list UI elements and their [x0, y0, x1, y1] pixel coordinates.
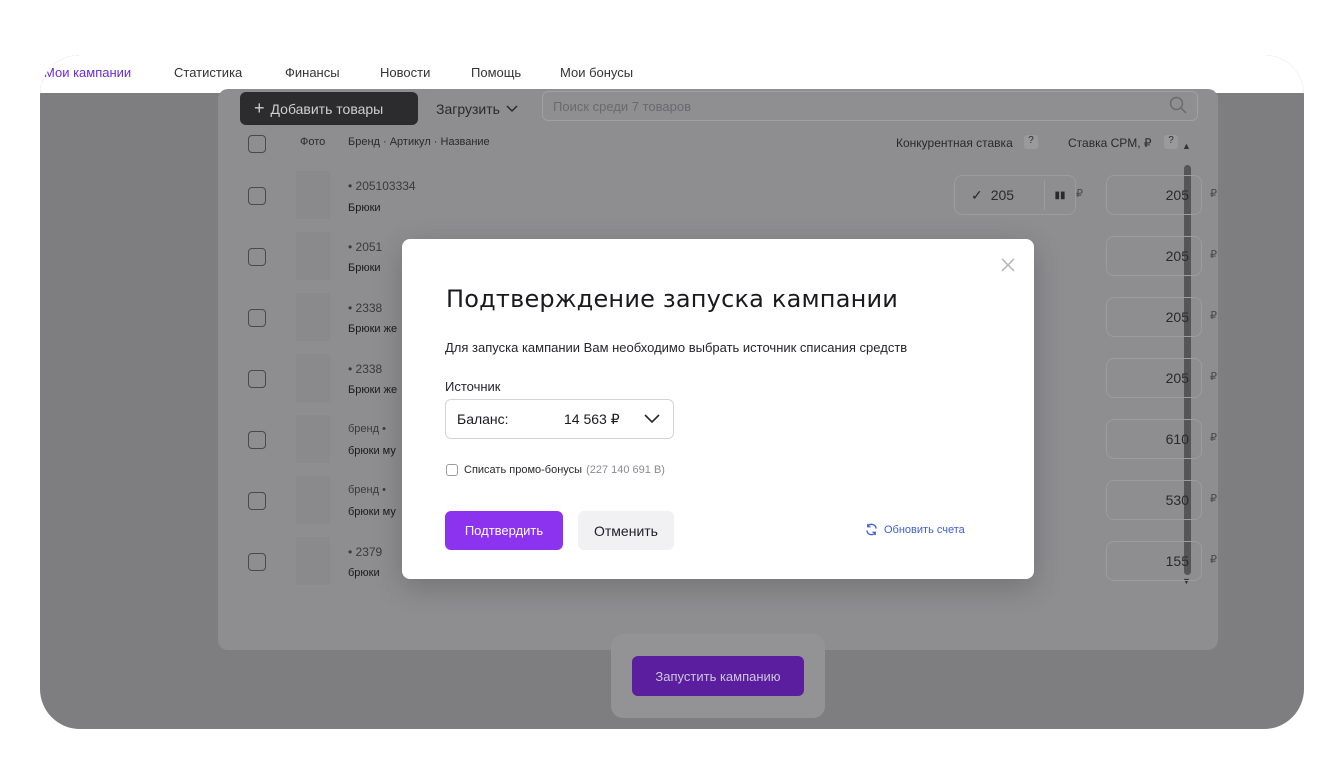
row-checkbox[interactable]: [248, 431, 266, 449]
product-name: брюки му: [348, 445, 396, 457]
row-checkbox[interactable]: [248, 309, 266, 327]
row-checkbox[interactable]: [248, 492, 266, 510]
source-option: Баланс:: [457, 411, 509, 427]
nav-news[interactable]: Новости: [380, 65, 430, 80]
cpm-bid-input[interactable]: 205: [1106, 236, 1202, 276]
product-name: Брюки: [348, 202, 381, 214]
product-photo: [296, 232, 330, 280]
top-nav: Мои кампании Статистика Финансы Новости …: [40, 55, 1304, 93]
chevron-down-icon: [506, 104, 518, 112]
cpm-bid-input[interactable]: 610: [1106, 419, 1202, 459]
product-photo: [296, 537, 330, 585]
refresh-icon: [866, 523, 877, 536]
row-checkbox[interactable]: [248, 248, 266, 266]
header-name: Бренд · Артикул · Название: [348, 136, 490, 148]
promo-label: Списать промо-бонусы: [464, 464, 583, 476]
confirm-launch-modal: Подтверждение запуска кампании Для запус…: [402, 239, 1034, 579]
product-sku: • 2379: [348, 545, 383, 559]
nav-my-campaigns[interactable]: Мои кампании: [44, 65, 131, 80]
source-select[interactable]: Баланс: 14 563 ₽: [445, 399, 674, 439]
promo-value: (227 140 691 B): [586, 464, 665, 476]
upload-button[interactable]: Загрузить: [425, 92, 529, 125]
product-sku: • 2051: [348, 240, 383, 254]
currency: ₽: [1210, 554, 1217, 566]
product-photo: [296, 354, 330, 402]
currency: ₽: [1210, 493, 1217, 505]
launch-campaign-button[interactable]: Запустить кампанию: [632, 656, 804, 696]
product-photo: [296, 171, 330, 219]
row-checkbox[interactable]: [248, 553, 266, 571]
nav-statistics[interactable]: Статистика: [174, 65, 242, 80]
currency: ₽: [1210, 432, 1217, 444]
scroll-up-icon[interactable]: ▲: [1182, 141, 1191, 151]
cpm-bid-input[interactable]: 530: [1106, 480, 1202, 520]
product-photo: [296, 476, 330, 524]
refresh-accounts-link[interactable]: Обновить счета: [865, 523, 965, 536]
product-photo: [296, 415, 330, 463]
header-cpm: Ставка CPM, ₽: [1068, 136, 1152, 150]
currency: ₽: [1210, 249, 1217, 261]
currency: ₽: [1210, 371, 1217, 383]
modal-title: Подтверждение запуска кампании: [446, 285, 899, 313]
help-icon[interactable]: ?: [1024, 135, 1038, 149]
product-name: Брюки же: [348, 384, 398, 396]
product-sku: • 205103334: [348, 179, 416, 193]
cpm-bid-input[interactable]: 205: [1106, 297, 1202, 337]
table-row: • 205103334 Брюки ✓ 205 ▮▮ ₽ 205 ₽: [248, 169, 1217, 229]
product-name: брюки му: [348, 506, 396, 518]
balance-value: 14 563 ₽: [564, 410, 620, 427]
product-name: Брюки: [348, 262, 381, 274]
nav-bonuses[interactable]: Мои бонусы: [560, 65, 633, 80]
nav-help[interactable]: Помощь: [471, 65, 521, 80]
promo-checkbox[interactable]: [446, 464, 458, 476]
check-icon: ✓: [971, 186, 983, 203]
chevron-down-icon: [644, 414, 660, 424]
cpm-bid-input[interactable]: 205: [1106, 175, 1202, 215]
confirm-button[interactable]: Подтвердить: [445, 511, 563, 550]
modal-description: Для запуска кампании Вам необходимо выбр…: [445, 340, 908, 355]
row-checkbox[interactable]: [248, 187, 266, 205]
currency: ₽: [1210, 188, 1217, 200]
cpm-bid-input[interactable]: 205: [1106, 358, 1202, 398]
row-checkbox[interactable]: [248, 370, 266, 388]
product-sku: бренд •: [348, 484, 386, 496]
launch-footer: Запустить кампанию: [611, 634, 825, 718]
select-all-checkbox[interactable]: [248, 135, 266, 153]
header-photo: Фото: [300, 136, 326, 148]
help-icon[interactable]: ?: [1164, 135, 1178, 149]
search-icon[interactable]: [1169, 96, 1187, 114]
source-label: Источник: [445, 379, 501, 394]
product-name: брюки: [348, 567, 380, 579]
product-sku: • 2338: [348, 362, 383, 376]
product-sku: • 2338: [348, 301, 383, 315]
product-photo: [296, 293, 330, 341]
competitive-bid-box[interactable]: ✓ 205 ▮▮: [954, 175, 1076, 215]
cancel-button[interactable]: Отменить: [578, 511, 674, 550]
competitive-bid-value: 205: [990, 187, 1015, 203]
promo-bonus-option[interactable]: Списать промо-бонусы (227 140 691 B): [446, 464, 665, 476]
product-name: Брюки же: [348, 323, 398, 335]
cpm-bid-input[interactable]: 155: [1106, 541, 1202, 581]
header-competitive: Конкурентная ставка: [896, 136, 1013, 150]
product-sku: бренд •: [348, 423, 386, 435]
close-icon[interactable]: [1000, 257, 1016, 273]
search-input[interactable]: Поиск среди 7 товаров: [542, 91, 1198, 121]
chart-icon[interactable]: ▮▮: [1044, 180, 1075, 210]
nav-finance[interactable]: Финансы: [285, 65, 340, 80]
plus-icon: +: [254, 98, 265, 118]
add-products-button[interactable]: + Добавить товары: [240, 92, 418, 125]
currency: ₽: [1076, 188, 1083, 200]
currency: ₽: [1210, 310, 1217, 322]
